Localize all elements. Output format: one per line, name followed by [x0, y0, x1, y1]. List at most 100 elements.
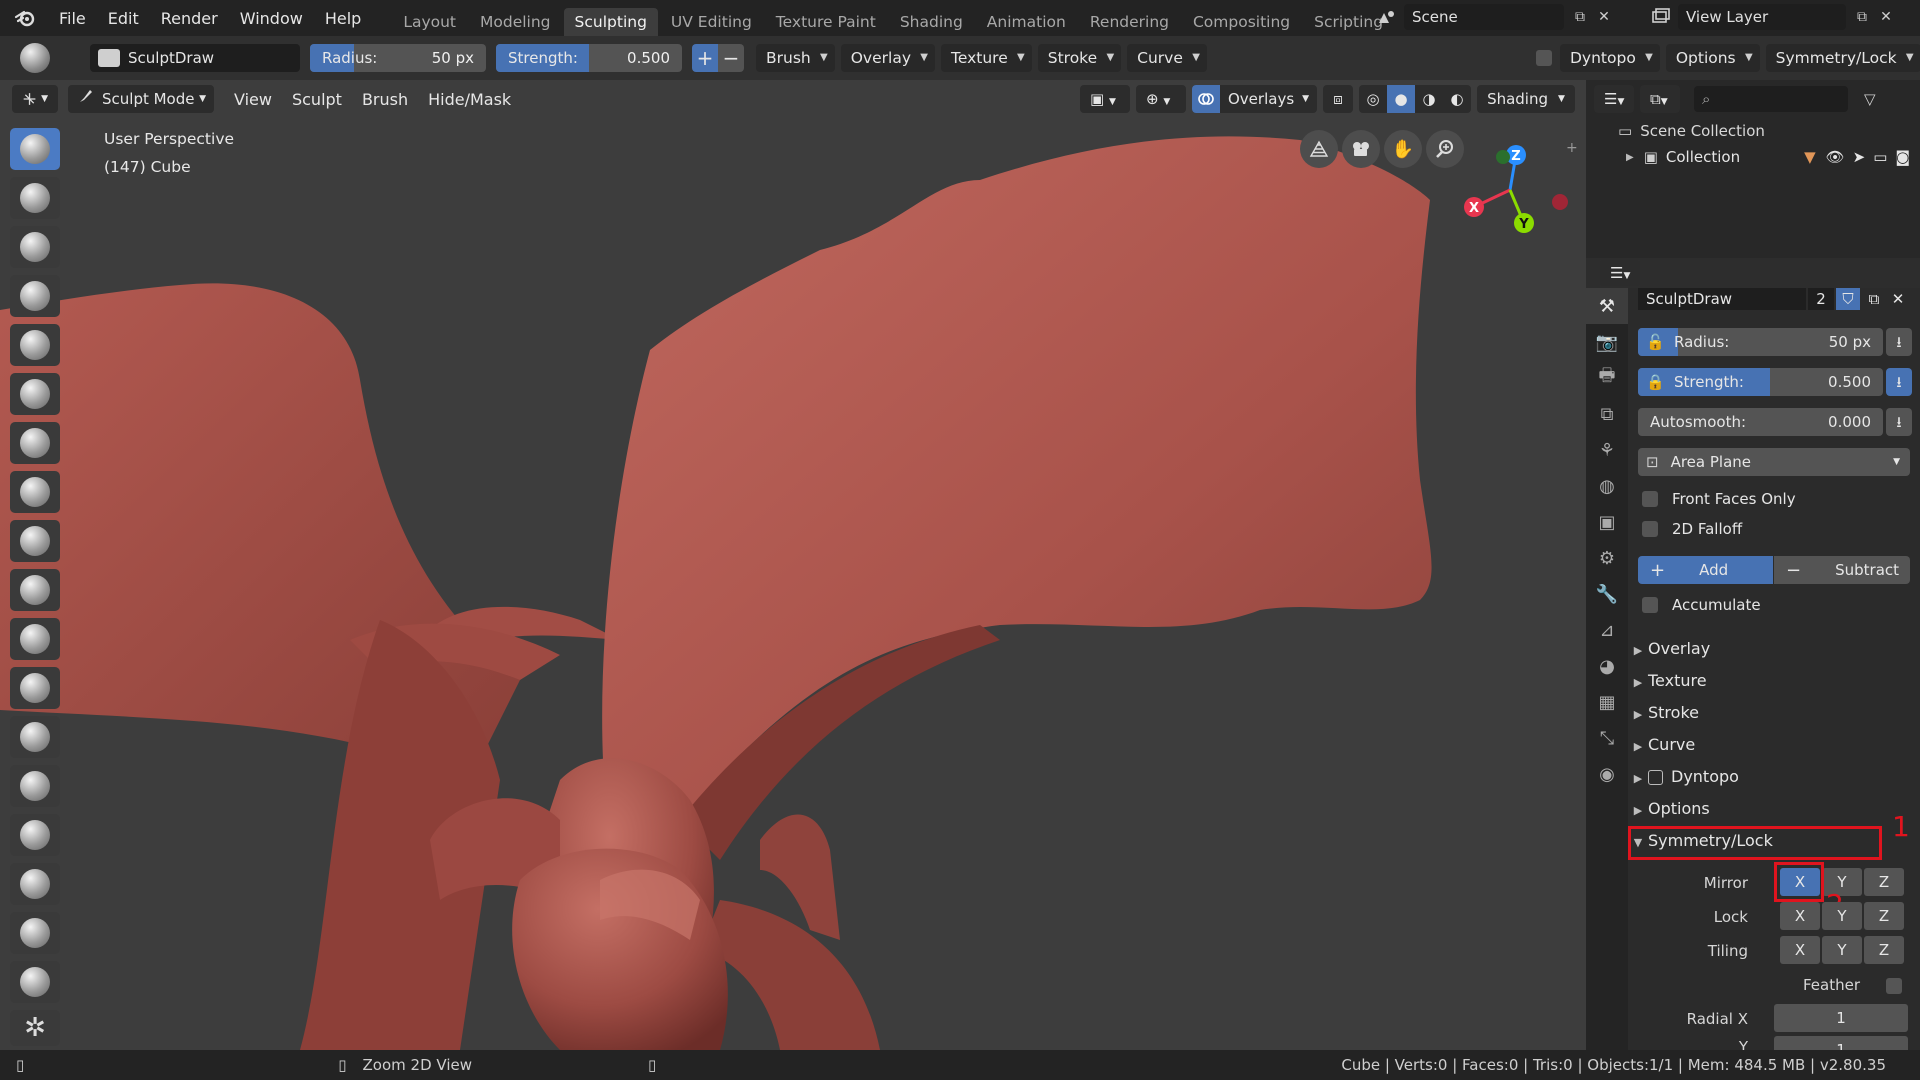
- close-icon[interactable]: ✕: [1886, 288, 1910, 310]
- view-layer-tab-icon[interactable]: ⧉: [1586, 396, 1628, 432]
- scene-selector-icon[interactable]: [1370, 5, 1404, 29]
- autosmooth-slider[interactable]: Autosmooth: 0.000: [1638, 408, 1883, 436]
- tool-layer[interactable]: [10, 275, 60, 317]
- tool-snake-hook[interactable]: [10, 765, 60, 807]
- world-tab-icon[interactable]: ◍: [1586, 468, 1628, 504]
- toggle-camera-view-icon[interactable]: [1300, 130, 1338, 168]
- radius-pressure-icon[interactable]: ⭳: [1886, 328, 1912, 356]
- tiling-y-toggle[interactable]: Y: [1822, 936, 1862, 964]
- menu-edit[interactable]: Edit: [97, 9, 150, 28]
- brush-datablock[interactable]: SculptDraw 2 ⛉ ⧉ ✕: [1638, 288, 1910, 310]
- shading-dropdown[interactable]: Shading ▼: [1477, 85, 1575, 113]
- accumulate-checkbox[interactable]: [1642, 597, 1658, 613]
- object-tab-icon[interactable]: ▣: [1586, 504, 1628, 540]
- expand-triangle-icon[interactable]: ▶: [1626, 152, 1634, 163]
- dyntopo-dropdown[interactable]: Dyntopo ▼: [1560, 44, 1660, 72]
- select-arrow-icon[interactable]: ➤: [1853, 148, 1866, 166]
- options-dropdown[interactable]: Options ▼: [1665, 44, 1760, 72]
- brush-dropdown[interactable]: Brush ▼: [756, 44, 835, 72]
- modifier-tab-icon[interactable]: ⚙: [1586, 540, 1628, 576]
- properties-radius-slider[interactable]: 🔓 Radius: 50 px: [1638, 328, 1883, 356]
- delete-view-layer-icon[interactable]: ✕: [1874, 5, 1898, 29]
- accumulate-row[interactable]: Accumulate: [1642, 596, 1761, 614]
- scene-name-field[interactable]: Scene: [1404, 4, 1564, 30]
- radius-slider[interactable]: Radius: 50 px: [310, 44, 486, 72]
- tiling-z-toggle[interactable]: Z: [1864, 936, 1904, 964]
- symmetry-lock-dropdown[interactable]: Symmetry/Lock ▼: [1765, 44, 1920, 72]
- properties-strength-slider[interactable]: 🔒 Strength: 0.500: [1638, 368, 1883, 396]
- outliner-editor-type-icon[interactable]: ☰▼: [1594, 85, 1634, 113]
- panel-curve[interactable]: ▶ Curve: [1628, 730, 1920, 760]
- exclude-checkbox-icon[interactable]: ▼: [1804, 148, 1816, 166]
- dyntopo-panel-checkbox[interactable]: [1648, 770, 1663, 785]
- panel-overlay[interactable]: ▶ Overlay: [1628, 634, 1920, 664]
- texture-tab-icon[interactable]: ▦: [1586, 684, 1628, 720]
- sculpt-plane-dropdown[interactable]: ⊡ Area Plane ▼: [1638, 448, 1910, 476]
- wrench-icon[interactable]: 🔧: [1586, 576, 1628, 612]
- object-data-tab-icon[interactable]: ◉: [1586, 756, 1628, 792]
- blender-logo-icon[interactable]: [10, 6, 40, 30]
- stroke-dropdown[interactable]: Stroke ▼: [1037, 44, 1122, 72]
- lock-z-toggle[interactable]: Z: [1864, 902, 1904, 930]
- 3d-viewport[interactable]: Z X Y ✋ User Perspective (147) Cube +: [0, 80, 1586, 1050]
- overlays-dropdown[interactable]: Overlays ▼: [1192, 85, 1318, 113]
- filter-icon[interactable]: ▽: [1864, 90, 1876, 108]
- tool-draw[interactable]: [10, 128, 60, 170]
- rendered-shading-icon[interactable]: ◐: [1443, 90, 1471, 108]
- mode-selector[interactable]: Sculpt Mode ▼: [68, 85, 214, 113]
- strength-pressure-icon[interactable]: ⭳: [1886, 368, 1912, 396]
- display-mode-icon[interactable]: ⧉▼: [1640, 85, 1680, 113]
- front-faces-only-row[interactable]: Front Faces Only: [1642, 490, 1796, 508]
- radial-y-field[interactable]: 1: [1774, 1036, 1908, 1050]
- tab-sculpting[interactable]: Sculpting: [563, 8, 658, 36]
- tool-blob[interactable]: [10, 373, 60, 415]
- gizmo-neg-y-axis[interactable]: [1496, 150, 1510, 164]
- tool-crease[interactable]: [10, 422, 60, 464]
- scene-collection-row[interactable]: ▭ Scene Collection: [1618, 122, 1765, 140]
- output-tab-icon[interactable]: 🖶: [1586, 360, 1628, 396]
- tab-layout[interactable]: Layout: [392, 8, 467, 36]
- tiling-x-toggle[interactable]: X: [1780, 936, 1820, 964]
- scene-tab-icon[interactable]: ⚘: [1586, 432, 1628, 468]
- radial-x-field[interactable]: 1: [1774, 1004, 1908, 1032]
- menu-window[interactable]: Window: [229, 9, 314, 28]
- autosmooth-pressure-icon[interactable]: ⭳: [1886, 408, 1912, 436]
- render-tab-icon[interactable]: 📷: [1586, 324, 1628, 360]
- tool-pinch[interactable]: [10, 667, 60, 709]
- pan-hand-icon[interactable]: ✋: [1384, 130, 1422, 168]
- sidebar-toggle-icon[interactable]: +: [1566, 140, 1578, 156]
- xray-toggle-icon[interactable]: ⧈: [1323, 85, 1354, 113]
- tool-tab-icon[interactable]: ⚒: [1586, 288, 1628, 324]
- physics-tab-icon[interactable]: ⊿: [1586, 612, 1628, 648]
- tool-smooth[interactable]: [10, 471, 60, 513]
- lock-y-toggle[interactable]: Y: [1822, 902, 1862, 930]
- panel-options[interactable]: ▶ Options: [1628, 794, 1920, 824]
- menu-sculpt[interactable]: Sculpt: [282, 90, 352, 109]
- lock-icon[interactable]: 🔒: [1646, 373, 1665, 391]
- view-layer-field[interactable]: View Layer: [1678, 4, 1846, 30]
- outliner-search-input[interactable]: ⌕: [1694, 86, 1848, 112]
- wireframe-shading-icon[interactable]: ◎: [1359, 90, 1387, 108]
- overlay-dropdown[interactable]: Overlay ▼: [840, 44, 935, 72]
- feather-checkbox[interactable]: [1886, 978, 1902, 994]
- tool-clay-strips[interactable]: [10, 226, 60, 268]
- menu-brush[interactable]: Brush: [352, 90, 418, 109]
- menu-help[interactable]: Help: [314, 9, 372, 28]
- gizmo-toggle-icon[interactable]: ⊕ ▼: [1136, 85, 1186, 113]
- menu-hide-mask[interactable]: Hide/Mask: [418, 90, 521, 109]
- panel-dyntopo[interactable]: ▶ Dyntopo: [1628, 762, 1920, 792]
- active-tool-icon[interactable]: [20, 43, 50, 73]
- delete-scene-icon[interactable]: ✕: [1592, 5, 1616, 29]
- tab-uv-editing[interactable]: UV Editing: [660, 8, 763, 36]
- new-scene-icon[interactable]: ⧉: [1568, 5, 1592, 29]
- zoom-icon[interactable]: [1426, 130, 1464, 168]
- direction-add-button[interactable]: +: [692, 44, 718, 72]
- render-camera-icon[interactable]: ◙: [1895, 148, 1910, 166]
- viewport-monitor-icon[interactable]: ▭: [1873, 148, 1887, 166]
- strength-slider[interactable]: Strength: 0.500: [496, 44, 682, 72]
- tab-modeling[interactable]: Modeling: [469, 8, 562, 36]
- object-type-visibility-icon[interactable]: ▣ ▼: [1080, 85, 1130, 113]
- duplicate-icon[interactable]: ⧉: [1862, 288, 1886, 310]
- tool-rotate[interactable]: [10, 912, 60, 954]
- menu-file[interactable]: File: [48, 9, 97, 28]
